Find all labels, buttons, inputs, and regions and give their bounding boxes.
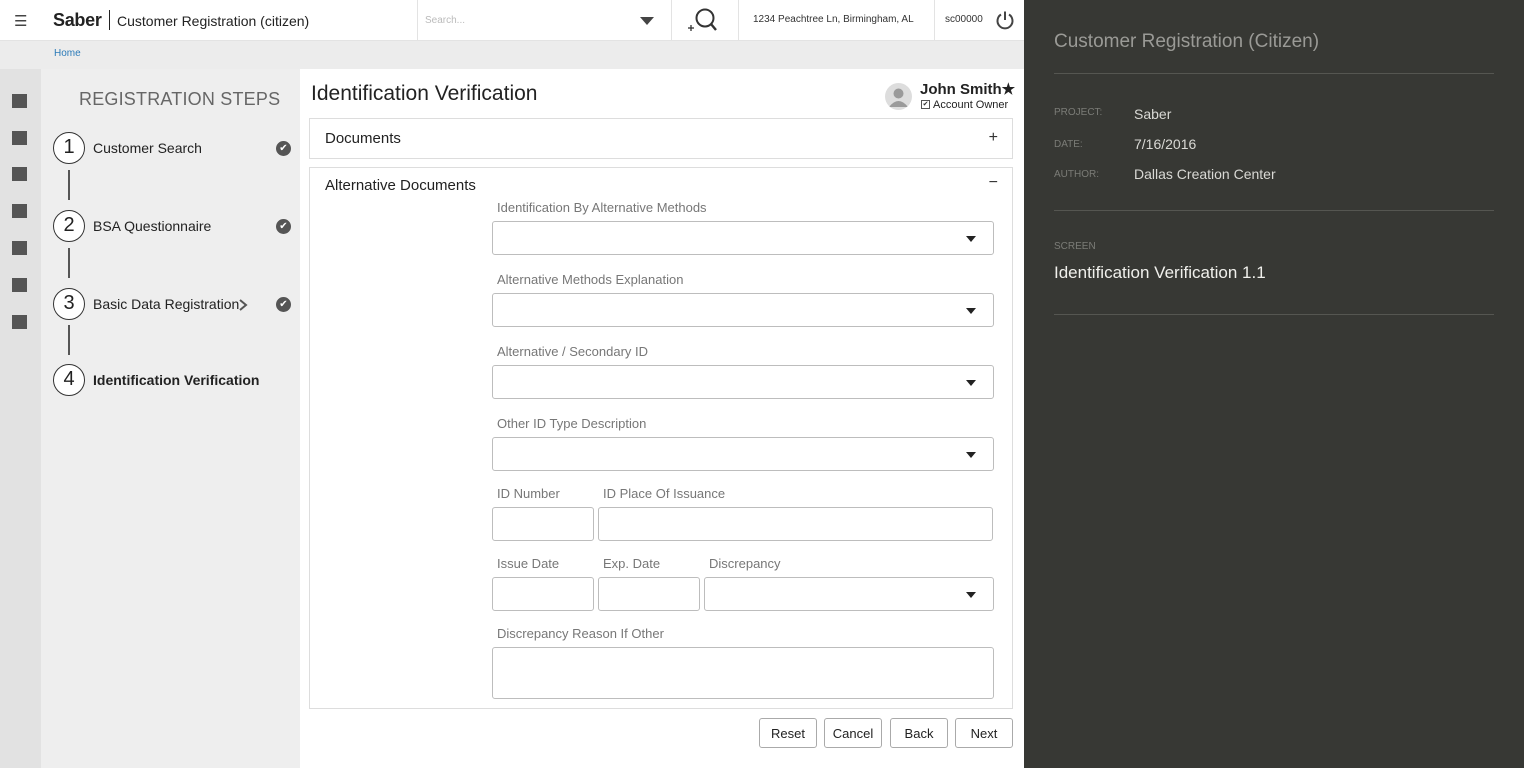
notes-author-value: Dallas Creation Center (1134, 166, 1276, 182)
brand-divider (109, 10, 110, 30)
cancel-button[interactable]: Cancel (824, 718, 882, 748)
notes-date-value: 7/16/2016 (1134, 136, 1197, 152)
power-icon[interactable] (995, 10, 1015, 30)
step-number: 2 (53, 210, 85, 242)
id-alt-methods-label: Identification By Alternative Methods (497, 200, 707, 215)
breadcrumb-home-link[interactable]: Home (54, 48, 81, 59)
dropdown-caret-icon (966, 236, 976, 242)
dropdown-caret-icon (966, 308, 976, 314)
discrepancy-reason-field[interactable] (492, 647, 994, 699)
account-owner-label: Account Owner (933, 99, 1009, 111)
notes-project-value: Saber (1134, 106, 1172, 122)
header-divider (738, 0, 739, 41)
step-number: 4 (53, 364, 85, 396)
search-icon[interactable] (686, 6, 718, 36)
rail-item-2-icon[interactable] (12, 131, 27, 145)
user-id: sc00000 (945, 14, 983, 25)
id-number-label: ID Number (497, 486, 560, 501)
next-button[interactable]: Next (955, 718, 1013, 748)
step-connector (68, 325, 70, 355)
back-button[interactable]: Back (890, 718, 948, 748)
notes-divider (1054, 210, 1494, 211)
rail-item-4-icon[interactable] (12, 204, 27, 218)
notes-project-key: PROJECT: (1054, 107, 1103, 118)
notes-author-key: AUTHOR: (1054, 169, 1099, 180)
reset-button[interactable]: Reset (759, 718, 817, 748)
notes-screen-key: SCREEN (1054, 241, 1096, 252)
rail-item-1-icon[interactable] (12, 94, 27, 108)
header-divider (417, 0, 418, 41)
breadcrumb: Home (0, 41, 1024, 69)
header-divider (671, 0, 672, 41)
header-divider (934, 0, 935, 41)
step-label-bsa-questionnaire[interactable]: BSA Questionnaire (93, 218, 211, 234)
expand-icon[interactable]: + (989, 129, 998, 147)
step-complete-check-icon: ✔ (276, 141, 291, 156)
notes-title: Customer Registration (Citizen) (1054, 31, 1320, 52)
alt-methods-explanation-select[interactable] (492, 293, 994, 327)
step-label-basic-data-registration[interactable]: Basic Data Registration (93, 296, 239, 312)
registration-steps-panel: REGISTRATION STEPS 1 Customer Search ✔ 2… (41, 69, 300, 768)
step-connector (68, 170, 70, 200)
id-place-field[interactable] (598, 507, 993, 541)
brand-logo: Saber (53, 10, 102, 30)
notes-divider (1054, 73, 1494, 74)
dropdown-caret-icon (966, 452, 976, 458)
search-input[interactable] (425, 8, 630, 32)
dropdown-caret-icon (966, 592, 976, 598)
step-complete-check-icon: ✔ (276, 219, 291, 234)
exp-date-label: Exp. Date (603, 556, 661, 571)
rail-item-5-icon[interactable] (12, 241, 27, 255)
notes-screen-value: Identification Verification 1.1 (1054, 263, 1266, 282)
steps-title: REGISTRATION STEPS (79, 89, 281, 109)
rail-item-3-icon[interactable] (12, 167, 27, 181)
step-complete-check-icon: ✔ (276, 297, 291, 312)
notes-divider (1054, 314, 1494, 315)
id-alt-methods-select[interactable] (492, 221, 994, 255)
step-label-customer-search[interactable]: Customer Search (93, 140, 202, 156)
dropdown-caret-icon (966, 380, 976, 386)
alt-methods-explanation-label: Alternative Methods Explanation (497, 272, 684, 287)
search-dropdown-icon[interactable] (640, 17, 654, 25)
top-header: ☰ Saber Customer Registration (citizen) … (0, 0, 1024, 41)
avatar (885, 83, 912, 110)
documents-panel-title[interactable]: Documents (325, 130, 401, 147)
issue-date-field[interactable] (492, 577, 594, 611)
account-owner-checkbox[interactable]: ✔ (921, 100, 930, 109)
id-number-field[interactable] (492, 507, 594, 541)
other-id-type-select[interactable] (492, 437, 994, 471)
collapse-icon[interactable]: − (989, 174, 998, 192)
id-place-label: ID Place Of Issuance (603, 486, 726, 501)
discrepancy-label: Discrepancy (709, 556, 781, 571)
documents-panel: Documents + (309, 118, 1013, 159)
discrepancy-reason-label: Discrepancy Reason If Other (497, 626, 664, 641)
issue-date-label: Issue Date (497, 556, 560, 571)
branch-address: 1234 Peachtree Ln, Birmingham, AL (753, 14, 914, 25)
other-id-type-label: Other ID Type Description (497, 416, 647, 431)
step-label-identification-verification[interactable]: Identification Verification (93, 372, 259, 388)
annotation-panel: Customer Registration (Citizen) PROJECT:… (1024, 0, 1524, 768)
secondary-id-label: Alternative / Secondary ID (497, 344, 649, 359)
left-icon-rail (0, 69, 41, 768)
discrepancy-select[interactable] (704, 577, 994, 611)
alternative-documents-panel-title[interactable]: Alternative Documents (325, 177, 476, 194)
page-title: Identification Verification (311, 82, 538, 105)
secondary-id-select[interactable] (492, 365, 994, 399)
hamburger-menu-icon[interactable]: ☰ (14, 12, 27, 30)
rail-item-6-icon[interactable] (12, 278, 27, 292)
rail-item-7-icon[interactable] (12, 315, 27, 329)
step-number: 1 (53, 132, 85, 164)
app-title: Customer Registration (citizen) (117, 13, 310, 29)
chevron-right-icon[interactable] (238, 298, 248, 312)
account-owner-name: John Smith★ (920, 81, 1016, 98)
exp-date-field[interactable] (598, 577, 700, 611)
step-number: 3 (53, 288, 85, 320)
step-connector (68, 248, 70, 278)
user-avatar-icon (889, 88, 908, 107)
notes-date-key: DATE: (1054, 139, 1083, 150)
